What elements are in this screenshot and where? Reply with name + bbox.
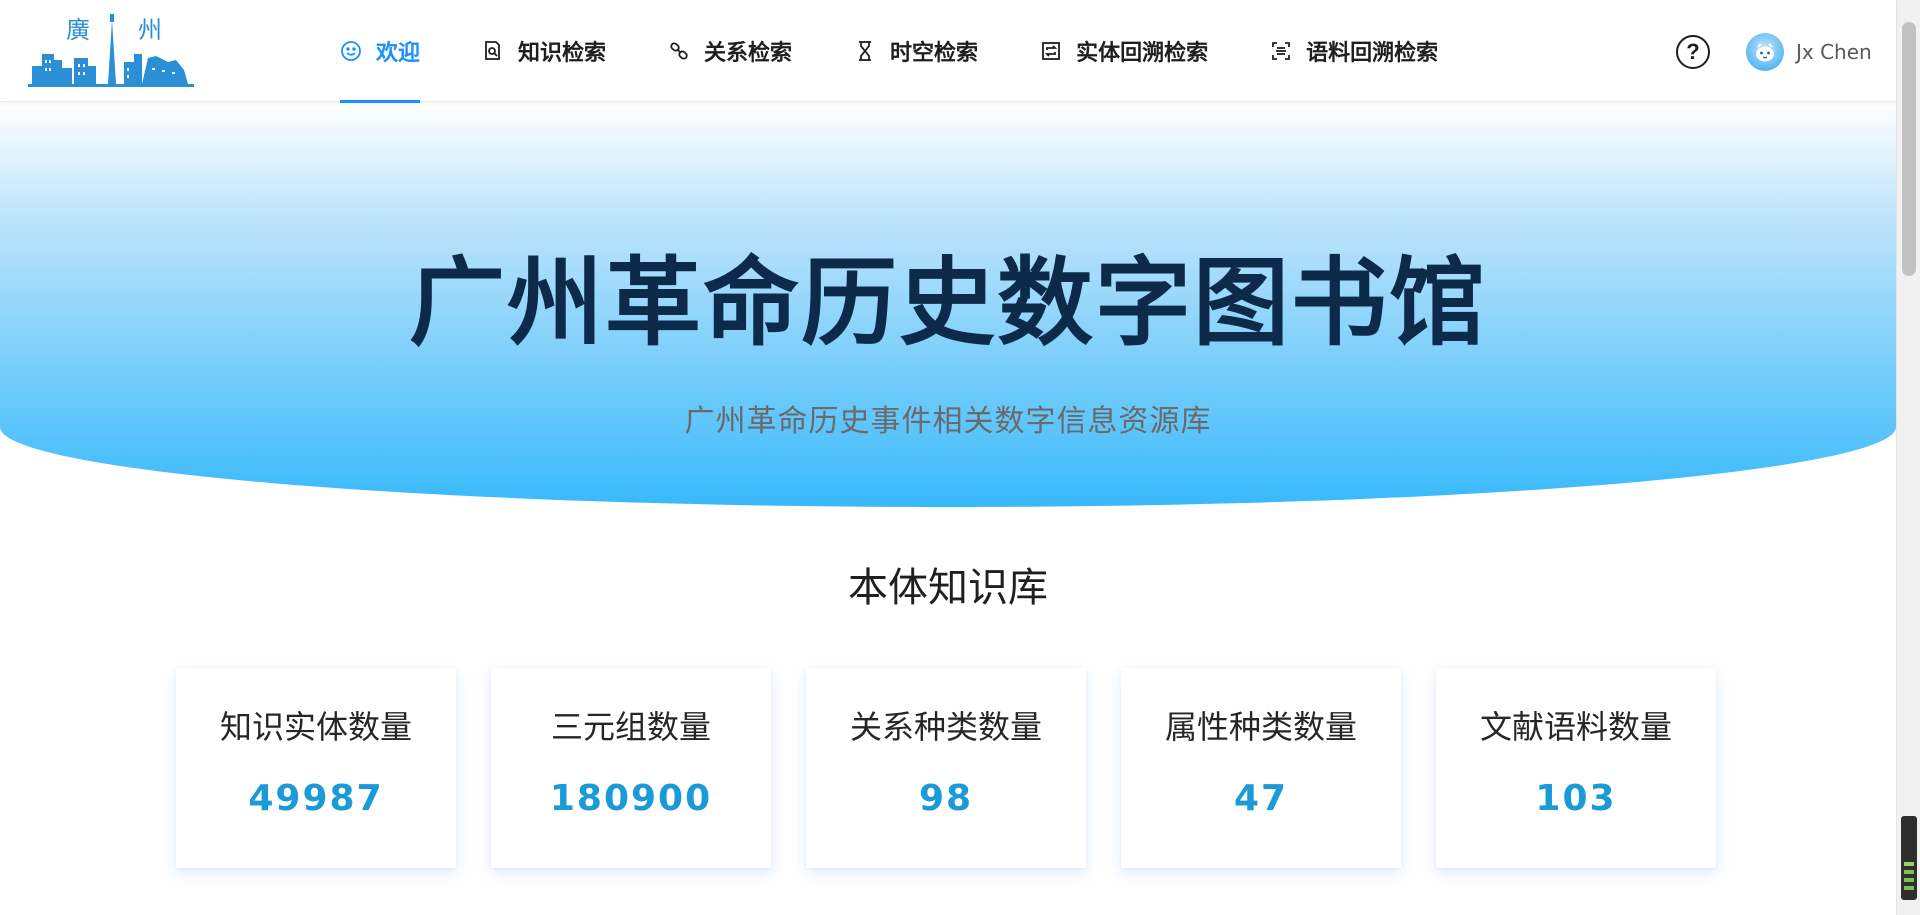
user-name: Jx Chen	[1796, 40, 1872, 64]
stat-value: 103	[1535, 778, 1617, 819]
stat-value: 180900	[549, 778, 713, 819]
nav-corpus-trace-search-label: 语料回溯检索	[1306, 41, 1439, 66]
question-circle-icon[interactable]: ?	[1676, 35, 1710, 69]
nav-spacetime-search[interactable]: 时空检索	[854, 0, 978, 102]
nav-corpus-trace-search[interactable]: 语料回溯检索	[1270, 0, 1438, 102]
nav-spacetime-search-label: 时空检索	[890, 41, 979, 66]
stat-label: 关系种类数量	[849, 708, 1042, 746]
avatar-icon	[1746, 33, 1784, 71]
hero-banner: 广州革命历史数字图书馆 广州革命历史事件相关数字信息资源库	[0, 102, 1896, 507]
stat-value: 47	[1233, 778, 1289, 819]
section-title: 本体知识库	[848, 565, 1048, 611]
guangzhou-logo[interactable]: 廣 州	[28, 10, 194, 90]
volume-meter-widget	[1901, 816, 1917, 900]
file-search-icon	[482, 40, 504, 62]
stats-cards: 知识实体数量 49987 三元组数量 180900 关系种类数量 98 属性种类…	[176, 668, 1716, 868]
hourglass-icon	[854, 40, 876, 62]
stat-value: 49987	[248, 778, 384, 819]
stat-label: 属性种类数量	[1164, 708, 1357, 746]
nav-entity-trace-search[interactable]: 实体回溯检索	[1040, 0, 1208, 102]
hero-subtitle: 广州革命历史事件相关数字信息资源库	[684, 404, 1212, 439]
nav-relation-search-label: 关系检索	[704, 41, 793, 66]
stat-label: 知识实体数量	[219, 708, 412, 746]
nav-welcome[interactable]: 欢迎	[340, 0, 421, 103]
user-menu[interactable]: Jx Chen	[1746, 32, 1872, 72]
scrollbar-thumb[interactable]	[1902, 22, 1916, 276]
nav-welcome-label: 欢迎	[376, 41, 421, 66]
top-header: 廣 州 欢迎 知识检索 关系检索 时空检索 实体回溯检索 语料回溯检索 ? Jx…	[0, 0, 1896, 103]
link-icon	[668, 40, 690, 62]
stat-card-entities: 知识实体数量 49987	[176, 668, 456, 868]
stat-label: 三元组数量	[550, 708, 711, 746]
nav-knowledge-search[interactable]: 知识检索	[482, 0, 606, 102]
svg-text:州: 州	[138, 16, 162, 44]
main-nav: 欢迎 知识检索 关系检索 时空检索 实体回溯检索 语料回溯检索	[340, 0, 1500, 103]
nav-relation-search[interactable]: 关系检索	[668, 0, 792, 102]
stat-label: 文献语料数量	[1479, 708, 1672, 746]
nav-knowledge-search-label: 知识检索	[518, 41, 607, 66]
nav-entity-trace-search-label: 实体回溯检索	[1076, 41, 1209, 66]
smile-icon	[340, 40, 362, 62]
stat-card-relation-types: 关系种类数量 98	[806, 668, 1086, 868]
vertical-scrollbar[interactable]	[1896, 0, 1920, 915]
stat-value: 98	[918, 778, 974, 819]
svg-text:廣: 廣	[66, 16, 90, 44]
scan-icon	[1270, 40, 1292, 62]
retweet-icon	[1040, 40, 1062, 62]
stat-card-triples: 三元组数量 180900	[491, 668, 771, 868]
stat-card-corpus: 文献语料数量 103	[1436, 668, 1716, 868]
hero-title: 广州革命历史数字图书馆	[409, 247, 1487, 359]
stat-card-attribute-types: 属性种类数量 47	[1121, 668, 1401, 868]
